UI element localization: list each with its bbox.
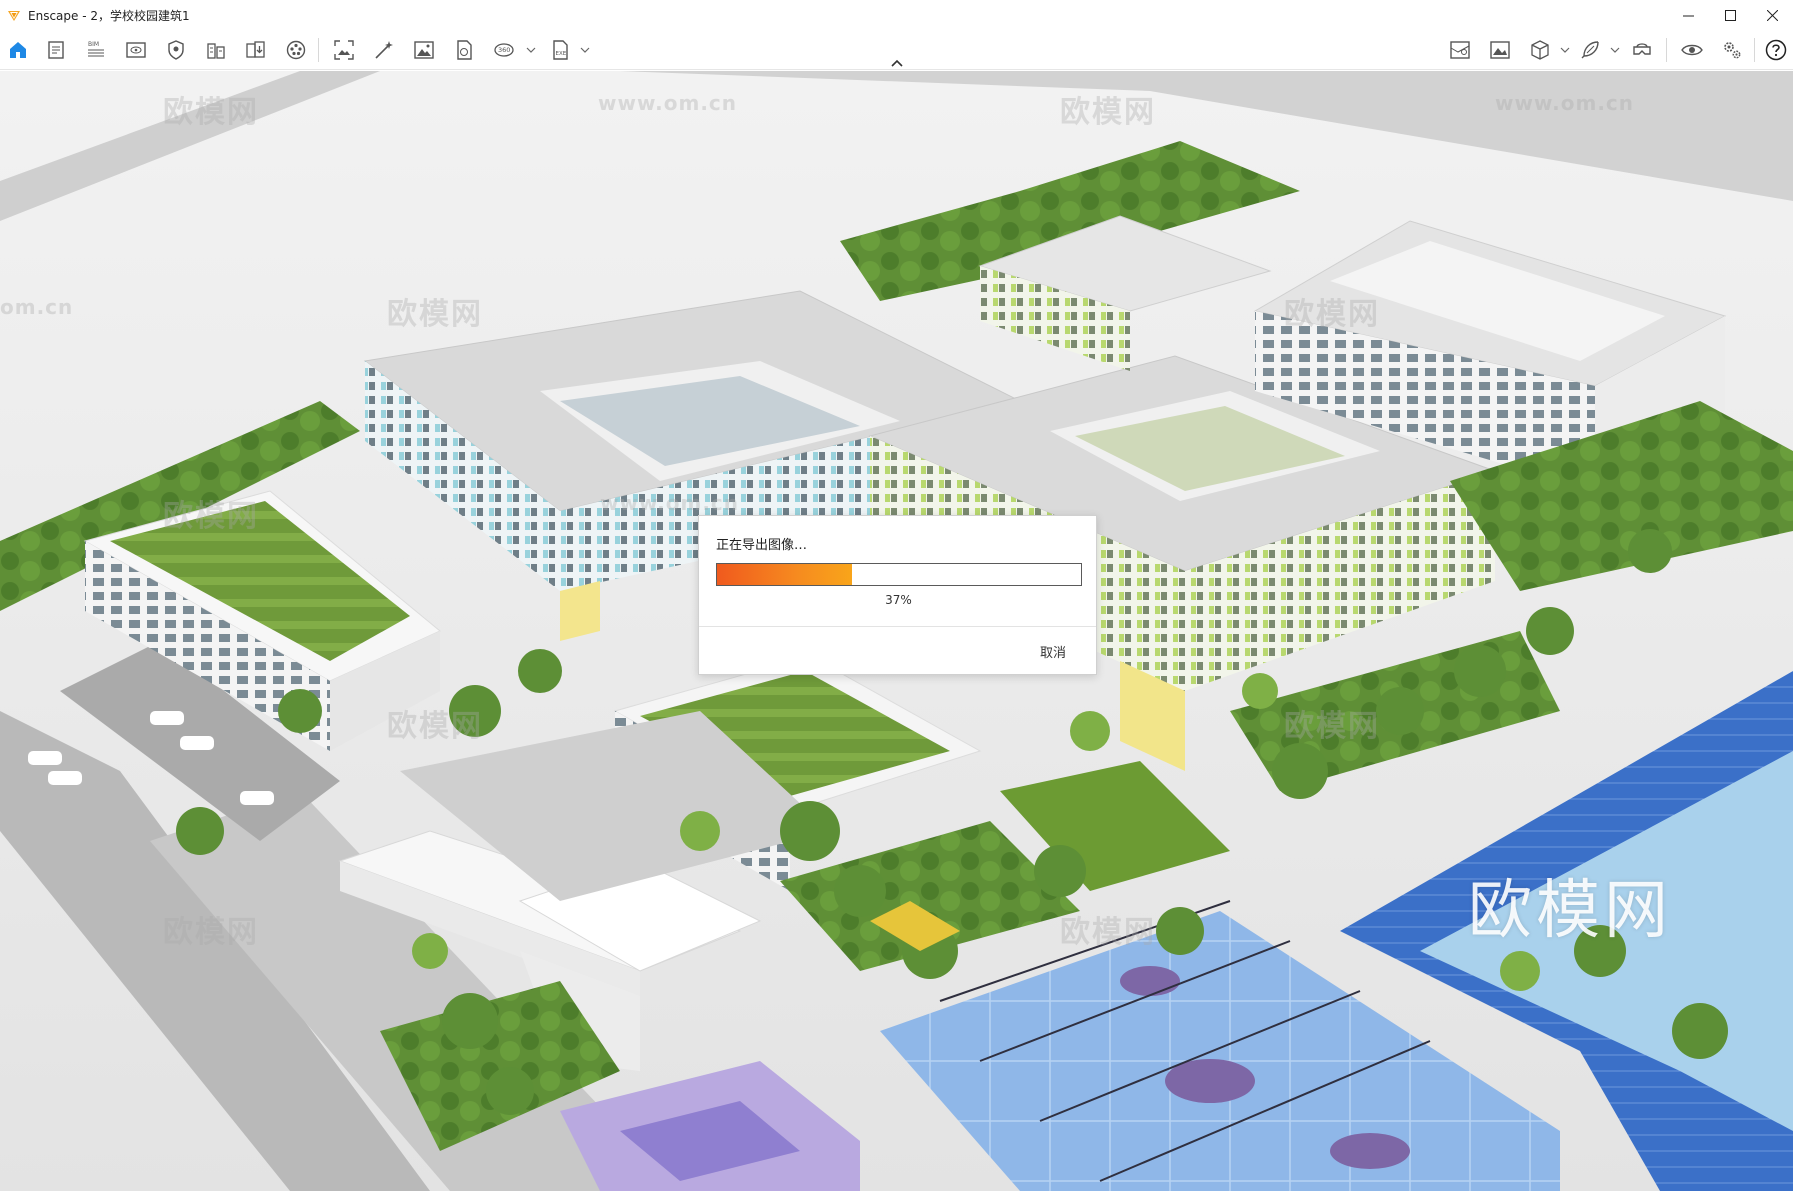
help-button[interactable] bbox=[1762, 36, 1790, 64]
toolbar-separator bbox=[1754, 38, 1755, 62]
dialog-divider bbox=[699, 626, 1096, 627]
minimize-icon bbox=[1682, 15, 1694, 16]
vr-headset-icon bbox=[1633, 43, 1651, 55]
image-icon bbox=[414, 41, 434, 59]
palette-icon bbox=[286, 40, 306, 60]
magic-wand-icon bbox=[375, 41, 393, 59]
watermark-text: 欧模网 bbox=[1060, 95, 1156, 130]
map-icon bbox=[1450, 41, 1470, 59]
home-button[interactable] bbox=[4, 36, 32, 64]
visibility-button[interactable] bbox=[122, 36, 150, 64]
exe-export-button[interactable]: EXE bbox=[546, 36, 574, 64]
watermark-text: 欧模网 bbox=[163, 915, 259, 950]
progress-fill bbox=[717, 564, 852, 585]
cancel-button[interactable]: 取消 bbox=[1040, 642, 1066, 661]
watermark-text: 欧模网 bbox=[1284, 709, 1380, 744]
feather-button[interactable] bbox=[1576, 36, 1604, 64]
close-icon bbox=[1766, 9, 1778, 21]
shield-icon bbox=[168, 40, 184, 60]
watermark-url: www.om.cn bbox=[598, 91, 738, 115]
export-dropdown-icon[interactable] bbox=[580, 46, 590, 54]
building-button[interactable] bbox=[202, 36, 230, 64]
landscape-button[interactable] bbox=[1486, 36, 1514, 64]
shield-button[interactable] bbox=[162, 36, 190, 64]
panorama-doc-button[interactable] bbox=[450, 36, 478, 64]
watermark-text: 欧模网 bbox=[387, 709, 483, 744]
settings-icon bbox=[1724, 42, 1741, 59]
window-title: Enscape - 2，学校校园建筑1 bbox=[28, 8, 190, 23]
minimize-button[interactable] bbox=[1667, 0, 1709, 30]
import-button[interactable] bbox=[242, 36, 270, 64]
panorama-360-icon: 360 bbox=[494, 43, 514, 57]
window-controls bbox=[1667, 0, 1793, 30]
cube-button[interactable] bbox=[1526, 36, 1554, 64]
progress-percent: 37% bbox=[885, 593, 912, 607]
import-icon bbox=[246, 41, 265, 58]
panorama-360-button[interactable]: 360 bbox=[490, 36, 518, 64]
toolbar-separator bbox=[1666, 38, 1667, 62]
map-button[interactable] bbox=[1446, 36, 1474, 64]
svg-text:BIM: BIM bbox=[88, 41, 99, 48]
export-progress-dialog: 正在导出图像… 37% 取消 bbox=[698, 515, 1097, 675]
title-bar: Enscape - 2，学校校园建筑1 bbox=[0, 0, 1793, 30]
visibility-icon bbox=[126, 42, 146, 58]
corner-watermark: 欧模网 bbox=[1468, 874, 1672, 948]
panorama-doc-icon bbox=[457, 40, 472, 60]
watermark-text: 欧模网 bbox=[1284, 297, 1380, 332]
cube-dropdown-icon[interactable] bbox=[1560, 46, 1570, 54]
toolbar-separator bbox=[318, 38, 319, 62]
screenshot-icon bbox=[334, 40, 354, 60]
watermark-text: 欧模网 bbox=[163, 95, 259, 130]
palette-button[interactable] bbox=[282, 36, 310, 64]
magic-wand-button[interactable] bbox=[370, 36, 398, 64]
eye-button[interactable] bbox=[1678, 36, 1706, 64]
settings-button[interactable] bbox=[1718, 36, 1746, 64]
watermark-url: www.om.cn bbox=[1495, 91, 1635, 115]
close-button[interactable] bbox=[1751, 0, 1793, 30]
vr-headset-button[interactable] bbox=[1628, 36, 1656, 64]
feather-icon bbox=[1581, 41, 1599, 59]
home-icon bbox=[10, 42, 26, 58]
building-icon bbox=[207, 43, 225, 59]
svg-text:EXE: EXE bbox=[556, 51, 567, 57]
exe-export-icon: EXE bbox=[553, 40, 568, 60]
watermark-text: 欧模网 bbox=[387, 297, 483, 332]
eye-icon bbox=[1681, 44, 1703, 56]
dialog-title: 正在导出图像… bbox=[716, 538, 808, 553]
landscape-icon bbox=[1490, 41, 1510, 59]
watermark-url: www.om.cn bbox=[600, 491, 740, 515]
bim-icon: BIM bbox=[88, 41, 104, 57]
maximize-icon bbox=[1724, 9, 1736, 21]
watermark-url: om.cn bbox=[0, 295, 74, 319]
document-button[interactable] bbox=[42, 36, 70, 64]
feather-dropdown-icon[interactable] bbox=[1610, 46, 1620, 54]
collapse-toolbar-icon[interactable] bbox=[890, 58, 904, 68]
panorama-dropdown-icon[interactable] bbox=[526, 46, 536, 54]
svg-text:360: 360 bbox=[498, 46, 510, 54]
watermark-text: 欧模网 bbox=[1060, 915, 1156, 950]
cube-icon bbox=[1531, 40, 1549, 60]
export-progress-bar bbox=[716, 563, 1082, 586]
maximize-button[interactable] bbox=[1709, 0, 1751, 30]
help-icon bbox=[1765, 39, 1787, 61]
document-icon bbox=[48, 41, 64, 59]
main-toolbar: BIM 360 EXE bbox=[0, 30, 1793, 70]
image-button[interactable] bbox=[410, 36, 438, 64]
screenshot-button[interactable] bbox=[330, 36, 358, 64]
bim-button[interactable]: BIM bbox=[82, 36, 110, 64]
watermark-text: 欧模网 bbox=[163, 499, 259, 534]
enscape-logo-icon bbox=[8, 11, 20, 21]
